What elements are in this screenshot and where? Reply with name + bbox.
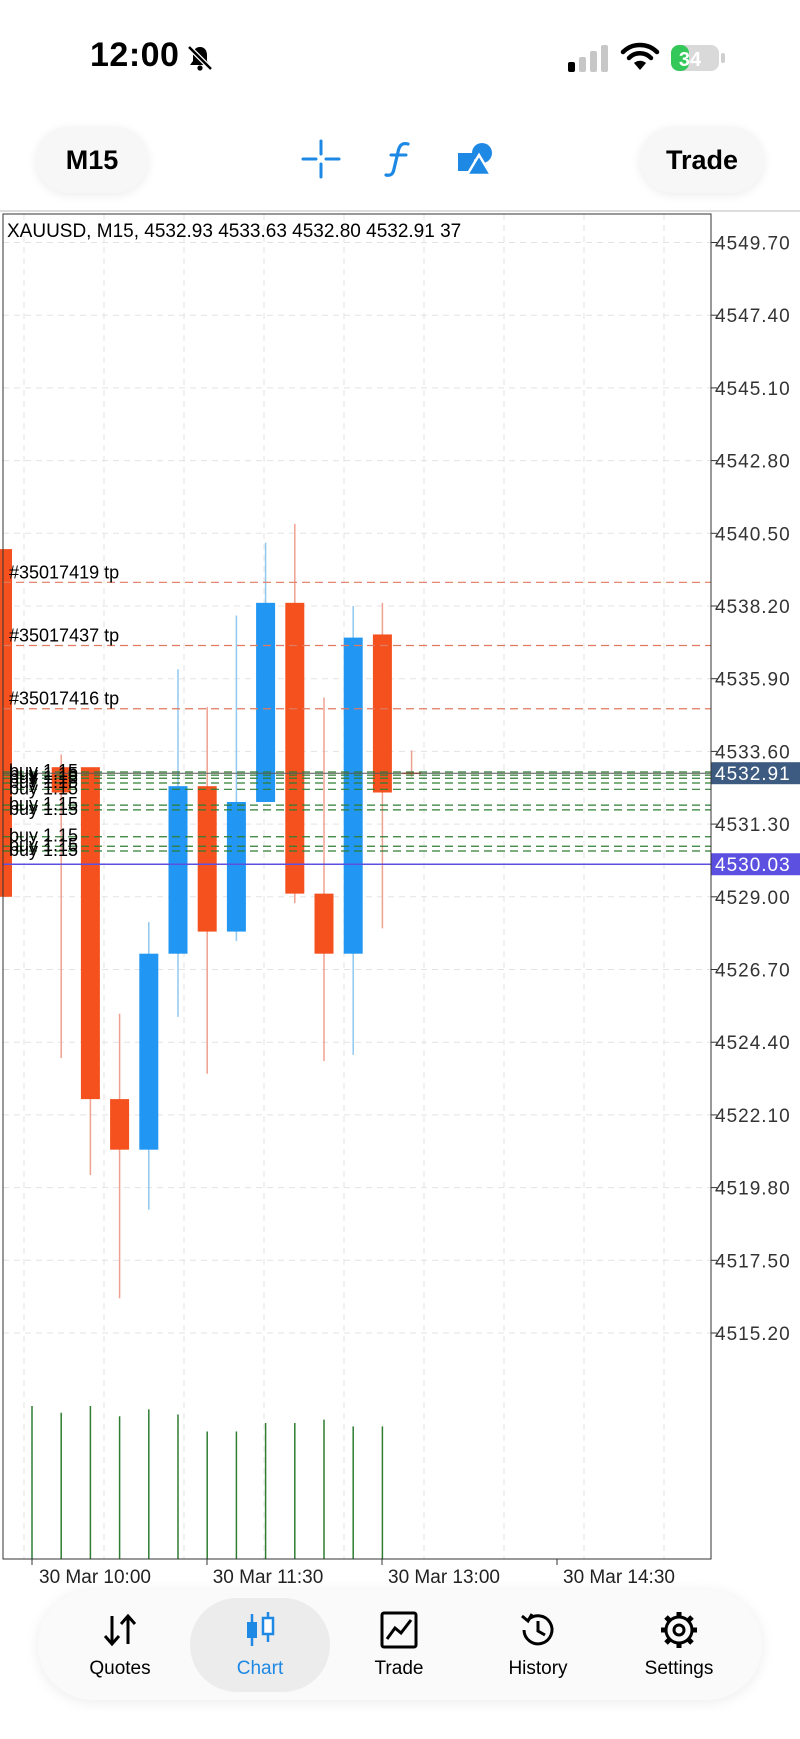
price-axis-label: 4547.40	[715, 306, 791, 327]
buy-order-label: buy 1.15	[9, 840, 78, 860]
time-axis-label: 30 Mar 14:30	[563, 1567, 675, 1588]
price-axis-label: 4535.90	[715, 670, 791, 691]
nav-label-trade: Trade	[374, 1658, 424, 1679]
nav-history[interactable]: History	[468, 1598, 608, 1692]
price-axis-label: 4529.00	[715, 888, 791, 909]
time-axis-label: 30 Mar 13:00	[388, 1567, 500, 1588]
current-price-label: 4532.91	[715, 764, 791, 785]
price-axis-label: 4545.10	[715, 379, 791, 400]
bell-muted-icon	[187, 45, 213, 71]
price-axis-label: 4515.20	[715, 1324, 791, 1345]
buy-order-label: buy 1.15	[9, 799, 78, 819]
candle-body	[139, 953, 159, 1150]
nav-chart[interactable]: Chart	[190, 1598, 330, 1692]
settings-icon	[661, 1612, 697, 1648]
price-axis-label: 4542.80	[715, 452, 791, 473]
tp-order-label: #35017437 tp	[9, 626, 119, 646]
timeframe-button[interactable]: M15	[36, 127, 148, 193]
tp-order-label: #35017416 tp	[9, 689, 119, 709]
candle-body	[285, 602, 305, 894]
price-axis-label: 4517.50	[715, 1251, 791, 1272]
price-chart[interactable]: #35017419 tp #35017437 tp #35017416 tp buy …	[0, 210, 800, 1590]
candle-body	[80, 767, 100, 1100]
quotes-icon	[103, 1613, 137, 1647]
candle-body	[226, 801, 246, 932]
price-axis-label: 4524.40	[715, 1033, 791, 1054]
candle-body	[372, 634, 392, 793]
nav-quotes[interactable]: Quotes	[50, 1598, 190, 1692]
history-icon	[521, 1613, 554, 1646]
nav-trade[interactable]: Trade	[329, 1598, 469, 1692]
marked-price-label: 4530.03	[715, 855, 791, 876]
chart-canvas[interactable]: #35017419 tp #35017437 tp #35017416 tp buy …	[0, 210, 800, 1590]
candle-body	[314, 893, 334, 954]
time-axis-label: 30 Mar 10:00	[39, 1567, 151, 1588]
crosshair-icon[interactable]	[298, 136, 344, 182]
candle-body	[168, 786, 188, 954]
candle-body	[343, 637, 363, 954]
trade-icon	[380, 1611, 418, 1649]
price-axis-label: 4522.10	[715, 1106, 791, 1127]
chart-icon	[247, 1612, 275, 1646]
nav-settings[interactable]: Settings	[609, 1598, 749, 1692]
tp-order-label: #35017419 tp	[9, 562, 119, 582]
price-axis-label: 4538.20	[715, 597, 791, 618]
status-bar: 12:00 34	[0, 0, 800, 110]
price-axis-label: 4519.80	[715, 1179, 791, 1200]
nav-label-quotes: Quotes	[89, 1658, 151, 1679]
candle-body	[110, 1099, 130, 1150]
battery-icon: 34	[671, 45, 725, 71]
function-icon[interactable]	[376, 136, 422, 182]
candle-body	[197, 786, 217, 932]
chart-toolbar: M15 Trade	[0, 110, 800, 210]
time-axis-label: 30 Mar 11:30	[213, 1567, 324, 1588]
trade-button[interactable]: Trade	[640, 127, 764, 193]
objects-icon[interactable]	[454, 136, 500, 182]
wifi-icon	[620, 42, 660, 70]
cellular-signal-icon	[568, 45, 608, 72]
price-axis-label: 4533.60	[715, 742, 791, 763]
bottom-navigation: Quotes Chart Trade History Settings	[38, 1590, 762, 1700]
nav-label-settings: Settings	[644, 1658, 714, 1679]
price-axis-label: 4549.70	[715, 234, 791, 255]
nav-label-history: History	[508, 1658, 568, 1679]
chart-header: XAUUSD, M15, 4532.93 4533.63 4532.80 453…	[7, 221, 461, 242]
price-axis-label: 4540.50	[715, 524, 791, 545]
price-axis-label: 4526.70	[715, 961, 791, 982]
price-axis-label: 4531.30	[715, 815, 791, 836]
battery-level: 34	[679, 49, 702, 71]
clock: 12:00	[90, 36, 180, 74]
nav-label-chart: Chart	[236, 1658, 284, 1679]
